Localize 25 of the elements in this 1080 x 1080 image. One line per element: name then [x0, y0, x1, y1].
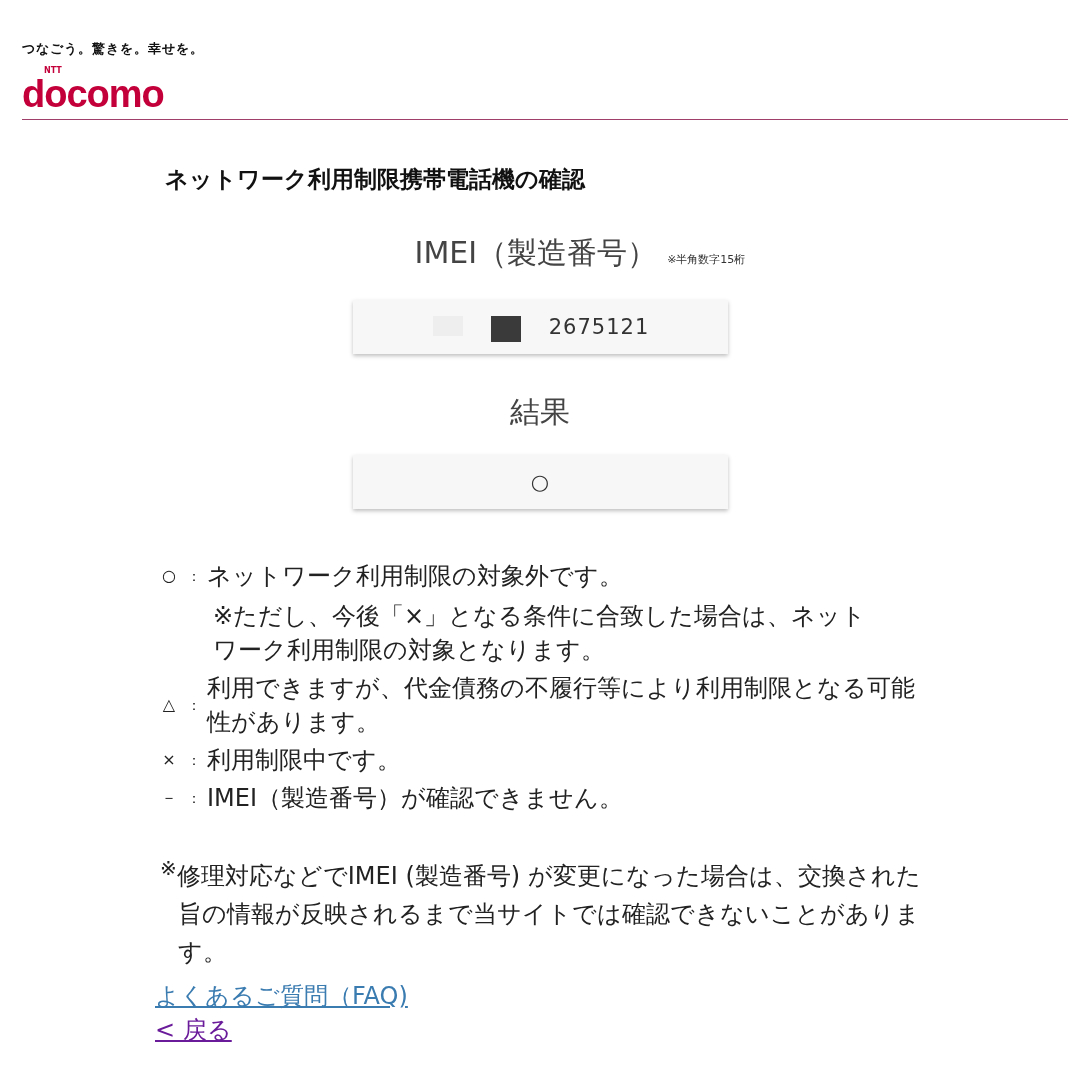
colon: ： — [186, 789, 202, 808]
colon: ： — [186, 567, 202, 586]
status-description: ネットワーク利用制限の対象外です。 — [207, 561, 624, 592]
status-symbol: ○ — [161, 565, 177, 587]
footnote: $^{※}$修理対応などでIMEI (製造番号) が変更になった場合は、交換された旨の情報が反映されるまで当サイトでは確認できないことがあります。 — [160, 855, 922, 968]
docomo-logo[interactable]: NTT docomo — [22, 67, 164, 113]
text-link[interactable]: よくあるご質問（FAQ) — [155, 979, 408, 1013]
status-note: ※ただし、今後「×」となる条件に合致した場合は、ネットワーク利用制限の対象となります。 — [212, 601, 868, 666]
colon: ： — [186, 696, 202, 715]
digits-hint: ※半角数字15桁 — [667, 252, 746, 267]
imei-field[interactable]: 2675121 — [352, 300, 728, 354]
text-link[interactable]: < 戻る — [155, 1013, 232, 1047]
result-field: ○ — [352, 455, 728, 509]
redaction-mark — [490, 316, 521, 342]
status-description: IMEI（製造番号）が確認できません。 — [207, 783, 625, 814]
status-symbol: △ — [161, 694, 177, 716]
status-symbol: × — [161, 749, 177, 771]
status-description: 利用制限中です。 — [207, 745, 402, 776]
colon: ： — [186, 751, 202, 770]
imei-label: IMEI（製造番号） — [414, 234, 658, 272]
tagline: つなごう。驚きを。幸せを。 — [22, 40, 205, 58]
status-description: 利用できますが、代金債務の不履行等により利用制限となる可能性があります。 — [207, 673, 916, 738]
status-symbol: － — [160, 787, 178, 809]
result-label: 結果 — [510, 393, 570, 431]
page-title: ネットワーク利用制限携帯電話機の確認 — [165, 165, 587, 194]
